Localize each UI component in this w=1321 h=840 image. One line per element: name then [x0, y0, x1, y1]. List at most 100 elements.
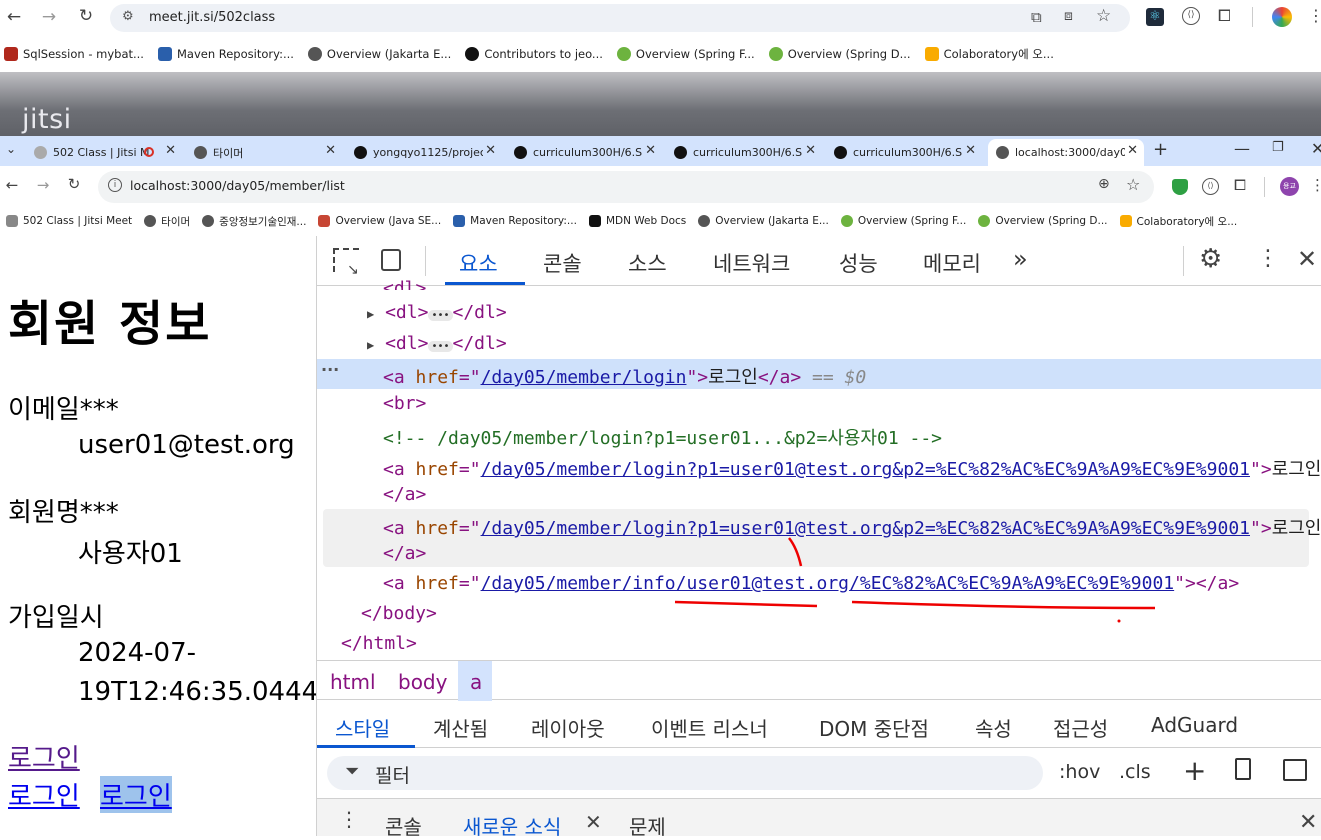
inner-bookmark-item[interactable]: Colaboratory에 오... — [1119, 214, 1237, 229]
tab-adguard[interactable]: AdGuard — [1151, 713, 1238, 737]
inner-tab[interactable]: yongqyo1125/projec ✕ — [346, 139, 502, 166]
spring-icon — [840, 215, 853, 227]
close-tab-icon[interactable]: ✕ — [1127, 143, 1138, 158]
inner-tab[interactable]: 502 Class | Jitsi M ✕ — [26, 139, 182, 166]
inner-tab[interactable]: curriculum300H/6.Sp ✕ — [826, 139, 982, 166]
outer-bookmark-item[interactable]: Colaboratory에 오... — [924, 46, 1054, 62]
filter-funnel-icon: ⏷ — [345, 761, 360, 782]
inner-tab[interactable]: curriculum300H/6.Sp ✕ — [666, 139, 822, 166]
inner-bookmark-item[interactable]: 타이머 — [144, 214, 190, 229]
breadcrumb-a[interactable]: a — [470, 670, 482, 694]
github-icon — [514, 146, 527, 159]
outer-bookmark-item[interactable]: Maven Repository:... — [157, 47, 294, 61]
outer-bookmark-item[interactable]: SqlSession - mybat... — [4, 47, 144, 61]
bookmark-star-icon[interactable]: ☆ — [1096, 6, 1111, 26]
joined-value-line2: 19T12:46:35.044474 — [78, 677, 316, 707]
inner-bookmark-item[interactable]: Overview (Jakarta E... — [698, 215, 829, 227]
tab-dom-breakpoints[interactable]: DOM 중단점 — [819, 713, 929, 742]
breadcrumb-html[interactable]: html — [330, 670, 376, 694]
tab-accessibility[interactable]: 접근성 — [1053, 713, 1108, 742]
close-drawer-icon[interactable]: ✕ — [1299, 810, 1317, 835]
new-tab-icon[interactable]: + — [1153, 139, 1168, 160]
close-tab-icon[interactable]: ✕ — [965, 143, 976, 158]
forward-icon[interactable]: → — [31, 176, 55, 194]
outer-bookmark-item[interactable]: Overview (Spring F... — [616, 47, 755, 61]
name-value: 사용자01 — [78, 539, 183, 569]
zoom-icon[interactable]: ⊕ — [1098, 176, 1110, 192]
close-tab-icon[interactable]: ✕ — [485, 143, 496, 158]
new-style-rule-icon[interactable]: + — [1183, 754, 1206, 787]
extensions-puzzle-icon[interactable]: ⧠ — [1218, 6, 1231, 26]
profile-avatar-icon[interactable]: 용교 — [1280, 177, 1299, 196]
jitsi-icon — [6, 215, 18, 227]
email-label: 이메일*** — [8, 395, 119, 425]
inner-tab[interactable]: curriculum300H/6.Sp ✕ — [506, 139, 662, 166]
inner-bookmark-item[interactable]: Overview (Java SE... — [318, 215, 441, 227]
extensions-puzzle-icon[interactable]: ⧠ — [1234, 176, 1246, 194]
restore-icon[interactable]: ❐ — [1272, 140, 1284, 155]
profile-avatar-icon[interactable] — [1272, 7, 1292, 27]
devtools-panel: ↘ 요소 콘솔 소스 네트워크 성능 메모리 » ⚙ ⋮ ✕ <dl> ▶ <d… — [316, 236, 1321, 839]
bookmark-label: Overview (Spring D... — [787, 47, 911, 61]
react-devtools-icon[interactable]: ⚛ — [1146, 8, 1164, 26]
inner-bookmark-item[interactable]: Overview (Spring F... — [840, 215, 966, 227]
close-tab-icon[interactable]: ✕ — [165, 143, 176, 158]
login-link-1[interactable]: 로그인 — [8, 738, 80, 775]
styles-filter-input[interactable]: ⏷ 필터 — [327, 756, 1043, 790]
bookmark-label: Overview (Jakarta E... — [715, 215, 829, 227]
cls-toggle[interactable]: .cls — [1119, 761, 1151, 783]
menu-kebab-icon[interactable]: ⋮ — [1310, 176, 1321, 194]
bookmark-label: MDN Web Docs — [605, 215, 687, 227]
reload-icon[interactable]: ↻ — [62, 175, 86, 193]
inner-bookmark-item[interactable]: 502 Class | Jitsi Meet — [6, 215, 132, 227]
site-info-icon[interactable]: ⚙ — [122, 9, 134, 24]
login-link-2[interactable]: 로그인 — [8, 776, 80, 813]
bookmark-star-icon[interactable]: ☆ — [1126, 175, 1140, 194]
inner-tab[interactable]: localhost:3000/day0 ✕ — [988, 139, 1144, 166]
close-tab-icon[interactable]: ✕ — [325, 143, 336, 158]
inner-bookmark-item[interactable]: 중앙정보기술인재... — [202, 214, 306, 229]
tab-properties[interactable]: 속성 — [975, 713, 1012, 742]
toggle-sidebar-icon[interactable] — [1283, 759, 1307, 781]
close-window-icon[interactable]: ✕ — [1311, 139, 1321, 158]
element-state-icon[interactable] — [1235, 758, 1251, 780]
adguard-icon[interactable] — [1172, 179, 1188, 195]
extension-icon[interactable]: ⟨⟩ — [1182, 7, 1200, 25]
jitsi-banner: jitsi — [0, 72, 1321, 136]
tab-event-listeners[interactable]: 이벤트 리스너 — [651, 713, 768, 742]
hov-toggle[interactable]: :hov — [1059, 761, 1100, 783]
menu-kebab-icon[interactable]: ⋮ — [1308, 6, 1321, 25]
inner-bookmark-item[interactable]: MDN Web Docs — [588, 215, 687, 227]
maven-icon — [157, 47, 172, 61]
translate-icon[interactable]: ⧈ — [1064, 8, 1073, 24]
inner-tab[interactable]: 타이머 ✕ — [186, 139, 342, 166]
outer-bookmark-item[interactable]: Contributors to jeo... — [465, 47, 603, 61]
inner-address-bar[interactable]: i localhost:3000/day05/member/list ⊕ ☆ — [98, 171, 1154, 203]
outer-bookmark-item[interactable]: Overview (Jakarta E... — [307, 47, 451, 61]
inner-bookmark-item[interactable]: Overview (Spring D... — [978, 215, 1108, 227]
drawer-menu-kebab-icon[interactable]: ⋮ — [339, 807, 359, 831]
info-icon[interactable]: i — [108, 178, 122, 192]
back-icon[interactable]: ← — [2, 7, 26, 27]
cast-icon[interactable]: ⧉ — [1031, 8, 1042, 26]
member-info-page: 회원 정보 이메일*** user01@test.org 회원명*** 사용자0… — [0, 236, 316, 836]
tab-label: curriculum300H/6.Sp — [693, 146, 803, 159]
close-tab-icon[interactable]: ✕ — [805, 143, 816, 158]
inner-bookmark-item[interactable]: Maven Repository:... — [453, 215, 577, 227]
tab-computed[interactable]: 계산됨 — [433, 713, 488, 742]
extension-icon[interactable]: ⟨⟩ — [1202, 178, 1219, 195]
login-link-3-highlighted[interactable]: 로그인 — [100, 776, 172, 813]
outer-bookmark-item[interactable]: Overview (Spring D... — [768, 47, 911, 61]
back-icon[interactable]: ← — [0, 176, 24, 194]
close-drawer-tab-icon[interactable]: ✕ — [585, 810, 602, 834]
tab-search-chevron-icon[interactable]: ⌄ — [6, 142, 16, 156]
minimize-icon[interactable]: — — [1234, 139, 1250, 158]
tab-label: 타이머 — [213, 146, 244, 160]
tab-styles[interactable]: 스타일 — [335, 713, 390, 742]
outer-address-bar[interactable]: ⚙ meet.jit.si/502class ⧉ ⧈ ☆ — [110, 4, 1130, 32]
forward-icon[interactable]: → — [37, 7, 61, 27]
close-tab-icon[interactable]: ✕ — [645, 143, 656, 158]
tab-layout[interactable]: 레이아웃 — [531, 713, 605, 742]
reload-icon[interactable]: ↻ — [74, 6, 98, 26]
breadcrumb-body[interactable]: body — [398, 670, 447, 694]
